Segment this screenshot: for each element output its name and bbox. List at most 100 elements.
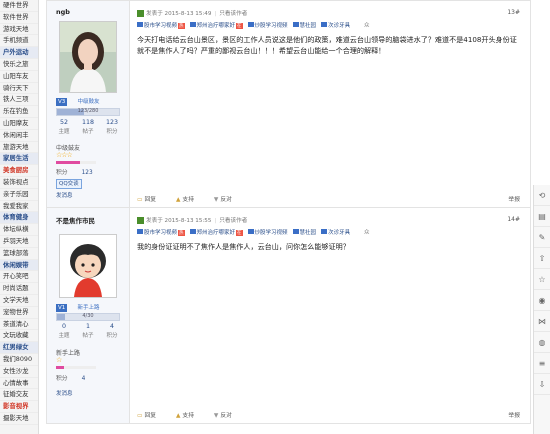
sidebar-item[interactable]: 游戏天地 — [0, 24, 38, 36]
poster-icon — [137, 217, 144, 224]
sidebar-item[interactable]: 心情故事 — [0, 378, 38, 390]
floor-number[interactable]: 14# — [507, 216, 520, 223]
qq-chat-button[interactable]: QQ交谈 — [56, 179, 82, 189]
points-row: 积分 4 — [56, 376, 86, 382]
sidebar-section[interactable]: 体育健身 — [0, 212, 38, 225]
sidebar-item[interactable]: 乒羽天地 — [0, 236, 38, 248]
sidebar-item[interactable]: 女性沙龙 — [0, 366, 38, 378]
post-body: 今天打电话给云台山景区，景区的工作人员说这是他们的政策，难道云台山领导的脑袋进水… — [137, 35, 517, 55]
oppose-button[interactable]: ▼ 反对 — [214, 197, 241, 203]
thumb-down-icon: ▼ — [213, 197, 219, 203]
floor-number[interactable]: 13# — [507, 9, 520, 16]
oppose-button[interactable]: ▼ 反对 — [214, 413, 241, 419]
author-avatar[interactable] — [59, 21, 117, 93]
stat-points[interactable]: 4 积分 — [100, 323, 124, 339]
post-meta: 发表于 2015-8-13 15:49 | 只看该作者 — [137, 9, 247, 17]
support-button[interactable]: ▲ 支持 — [176, 197, 203, 203]
sidebar-item[interactable]: 休闲闲丰 — [0, 130, 38, 142]
send-message-link[interactable]: 发消息 — [56, 389, 73, 397]
ad-tag[interactable]: 炒股学习视频 — [247, 228, 288, 236]
sidebar-item[interactable]: 硬件世界 — [0, 0, 38, 12]
sidebar-item[interactable]: 山阳车友 — [0, 71, 38, 83]
only-author-link[interactable]: 只看该作者 — [219, 218, 247, 224]
level-name[interactable]: 中级鼓友 — [78, 97, 100, 105]
support-button[interactable]: ▲ 支持 — [176, 413, 203, 419]
back-arrow-icon[interactable]: ⟲ — [534, 185, 550, 206]
sidebar-item[interactable]: 软件世界 — [0, 12, 38, 24]
post-floor-13: ngb V3 中级鼓友 123/280 52 主题 118 帖子 123 积分 中级鼓… — [46, 0, 531, 208]
sidebar-section[interactable]: 休闲娱带 — [0, 259, 38, 272]
sidebar-item[interactable]: 茶道清心 — [0, 319, 38, 331]
post-floor-14: 不是焦作市民 V1 新手上路 4/30 0 主题 1 帖子 4 积分 新手上路 … — [46, 207, 531, 424]
stat-points[interactable]: 123 积分 — [100, 119, 124, 135]
sidebar-item[interactable]: 宠物世界 — [0, 307, 38, 319]
author-name[interactable]: 不是焦作市民 — [56, 215, 95, 225]
tag-icon — [247, 22, 254, 27]
report-link[interactable]: 举报 — [508, 194, 520, 203]
rank-bar — [56, 161, 96, 164]
ad-tag[interactable]: 郑州治疗哪家好在 — [189, 21, 243, 29]
wechat-icon[interactable]: ◍ — [534, 332, 550, 353]
sidebar-item[interactable]: 文学天地 — [0, 295, 38, 307]
share-icon[interactable]: ⋈ — [534, 311, 550, 332]
tags-more-icon[interactable]: 众 — [364, 21, 370, 29]
only-author-link[interactable]: 只看该作者 — [219, 11, 247, 17]
sidebar-item[interactable]: 乐在钓鱼 — [0, 106, 38, 118]
sidebar-item[interactable]: 骑行天下 — [0, 83, 38, 95]
sidebar-item[interactable]: 开心笑吧 — [0, 271, 38, 284]
sidebar-section[interactable]: 红男绿女 — [0, 342, 38, 354]
sidebar-item[interactable]: 影音视界 — [0, 401, 38, 413]
sidebar-item[interactable]: 我爱我家 — [0, 201, 38, 213]
ad-tag[interactable]: 股市学习视频热 — [137, 228, 185, 236]
list-icon[interactable]: ≡ — [534, 353, 550, 374]
sidebar-section[interactable]: 户外运动 — [0, 47, 38, 59]
sidebar-item[interactable]: 征婚交友 — [0, 389, 38, 402]
author-stats: 52 主题 118 帖子 123 积分 — [52, 119, 124, 135]
stat-topics[interactable]: 0 主题 — [52, 323, 76, 339]
sidebar-item[interactable]: 时尚话题 — [0, 283, 38, 295]
ad-tag[interactable]: 炒股学习视频 — [247, 21, 288, 29]
sidebar-item[interactable]: 篮球部落 — [0, 248, 38, 260]
stat-posts[interactable]: 1 帖子 — [76, 323, 100, 339]
sidebar-item[interactable]: 装饰视点 — [0, 177, 38, 189]
reply-button[interactable]: ▭ 回复 — [137, 413, 165, 419]
tag-icon — [321, 22, 328, 27]
sidebar-section[interactable]: 家居生活 — [0, 153, 38, 166]
sidebar-item[interactable]: 体坛纵横 — [0, 224, 38, 236]
share-weibo-icon[interactable]: ◉ — [534, 290, 550, 311]
post-actions: ▭ 回复 ▲ 支持 ▼ 反对 — [137, 410, 250, 419]
ad-tag[interactable]: 慧社园 — [292, 21, 316, 29]
sidebar-item[interactable]: 摄影天地 — [0, 413, 38, 425]
sidebar-item[interactable]: 旅游天地 — [0, 142, 38, 154]
post-actions: ▭ 回复 ▲ 支持 ▼ 反对 — [137, 194, 250, 203]
author-avatar[interactable] — [59, 234, 117, 298]
report-link[interactable]: 举报 — [508, 410, 520, 419]
ad-tag[interactable]: 次诊牙具 — [321, 21, 350, 29]
tag-icon — [321, 229, 328, 234]
sidebar-item[interactable]: 美食厨房 — [0, 165, 38, 177]
star-icon[interactable]: ☆ — [534, 269, 550, 290]
reply-button[interactable]: ▭ 回复 — [137, 197, 165, 203]
edit-icon[interactable]: ✎ — [534, 227, 550, 248]
page-icon[interactable]: ▤ — [534, 206, 550, 227]
sidebar-item[interactable]: 我们8090 — [0, 354, 38, 366]
ad-tag[interactable]: 次诊牙具 — [321, 228, 350, 236]
send-message-link[interactable]: 发消息 — [56, 191, 73, 199]
tags-more-icon[interactable]: 众 — [364, 228, 370, 236]
sidebar-item[interactable]: 铁人三项 — [0, 94, 38, 107]
down-icon[interactable]: ⇩ — [534, 374, 550, 395]
sidebar-item[interactable]: 手机频道 — [0, 35, 38, 48]
level-name[interactable]: 新手上路 — [78, 303, 100, 311]
tag-icon — [137, 22, 143, 27]
sidebar-item[interactable]: 山阳摩友 — [0, 118, 38, 130]
ad-tag[interactable]: 股市学习视频热 — [137, 21, 185, 29]
stat-topics[interactable]: 52 主题 — [52, 119, 76, 135]
sidebar-item[interactable]: 快乐之旅 — [0, 59, 38, 71]
ad-tag[interactable]: 郑州治疗哪家好在 — [189, 228, 243, 236]
sidebar-item[interactable]: 文玩收藏 — [0, 330, 38, 343]
stat-posts[interactable]: 118 帖子 — [76, 119, 100, 135]
sidebar-item[interactable]: 亲子乐园 — [0, 189, 38, 201]
author-name[interactable]: ngb — [56, 8, 70, 16]
up-icon[interactable]: ⇧ — [534, 248, 550, 269]
ad-tag[interactable]: 慧社园 — [292, 228, 316, 236]
